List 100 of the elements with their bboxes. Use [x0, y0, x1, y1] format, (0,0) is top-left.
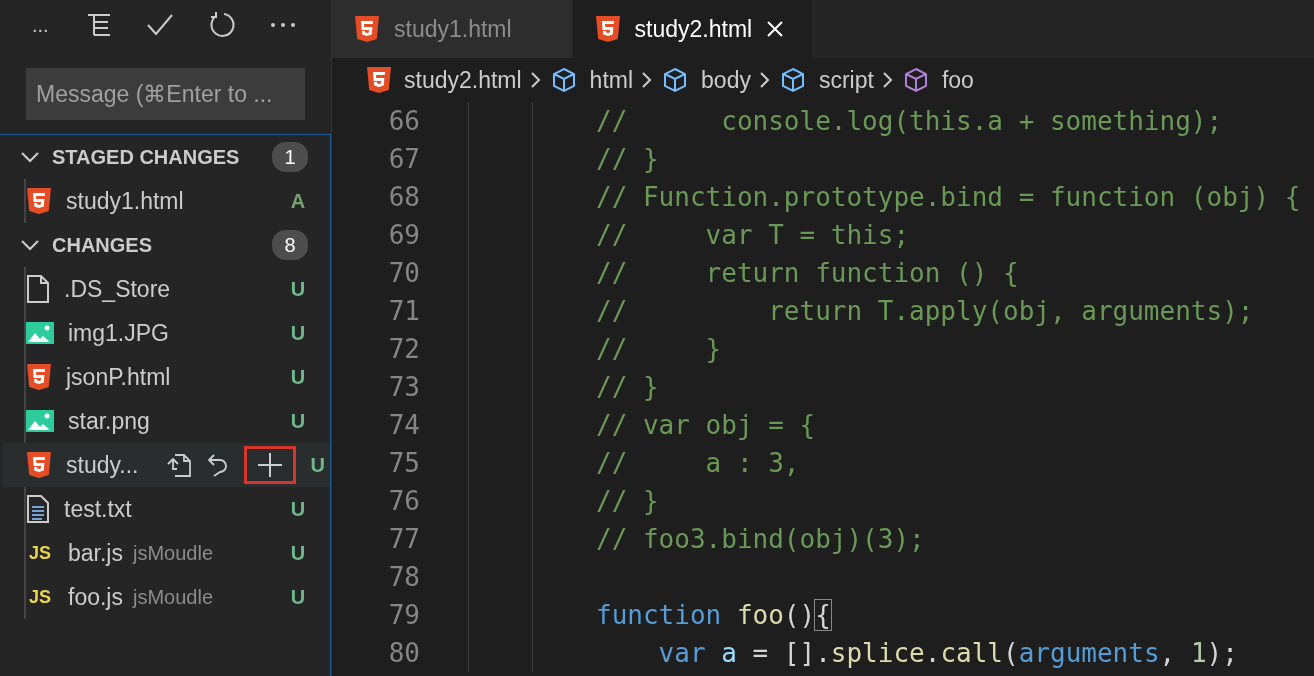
file-row[interactable]: jsonP.html U — [2, 355, 330, 399]
file-name: star.png — [68, 407, 150, 435]
file-name: study... — [66, 451, 139, 479]
file-status: U — [290, 321, 306, 345]
file-status: U — [310, 453, 325, 477]
section-title: STAGED CHANGES — [52, 145, 241, 169]
file-icon — [26, 275, 50, 303]
file-status: U — [290, 409, 306, 433]
file-status: U — [290, 277, 306, 301]
file-status: A — [290, 189, 306, 213]
close-icon[interactable] — [766, 20, 785, 38]
file-status: U — [290, 497, 306, 521]
chevron-right-icon — [758, 70, 771, 90]
line-number: 75 — [387, 448, 420, 478]
chevron-icon — [20, 150, 40, 164]
code-line: // } — [596, 333, 722, 366]
code-line: // } — [596, 371, 659, 404]
chevron-right-icon — [529, 70, 542, 90]
folder-name: jsMoudle — [133, 585, 214, 609]
code-line: // return T.apply(obj, arguments); — [596, 295, 1254, 328]
line-number: 74 — [387, 410, 420, 440]
section-header[interactable]: STAGED CHANGES 1 — [0, 135, 330, 179]
file-row[interactable]: .DS_Store U — [2, 267, 330, 311]
code-line: var a = [].splice.call(arguments, 1); — [657, 637, 1238, 670]
line-number: 70 — [387, 258, 420, 288]
code-line: function foo(){ — [596, 599, 831, 632]
count-badge: 8 — [272, 230, 308, 260]
code-line: // foo3.bind(obj)(3); — [596, 523, 925, 556]
file-name: jsonP.html — [66, 363, 171, 391]
line-number: 73 — [387, 372, 420, 402]
image-icon — [26, 322, 54, 344]
line-number: 78 — [387, 562, 420, 592]
more-icon[interactable] — [270, 22, 296, 28]
open-file-icon — [166, 452, 193, 478]
html5-icon — [594, 15, 621, 43]
line-number: 80 — [387, 638, 420, 668]
editor-tab[interactable]: study1.html — [332, 0, 573, 58]
breadcrumb[interactable]: study2.html — [366, 66, 522, 94]
refresh-icon[interactable] — [208, 11, 236, 39]
stage-button[interactable] — [244, 446, 297, 484]
js-file-icon: JS — [26, 542, 54, 564]
chevron-right-icon — [641, 70, 654, 90]
section-header[interactable]: CHANGES 8 — [0, 223, 330, 267]
line-number: 69 — [387, 220, 420, 250]
list-tree-icon[interactable] — [86, 13, 112, 37]
line-number: 77 — [387, 524, 420, 554]
line-number: 67 — [387, 144, 420, 174]
file-row[interactable]: JS bar.js jsMoudle U — [2, 531, 330, 575]
chevron-right-icon — [881, 70, 894, 90]
line-number: 79 — [387, 600, 420, 630]
file-status: U — [290, 541, 306, 565]
plus-icon — [257, 452, 284, 478]
html5-icon — [26, 363, 52, 391]
file-row[interactable]: JS foo.js jsMoudle U — [2, 575, 330, 619]
code-line: // } — [596, 485, 659, 518]
file-name: foo.js — [68, 583, 123, 611]
file-row[interactable]: star.png U — [2, 399, 330, 443]
code-line: // Function.prototype.bind = function (obj) { — [596, 181, 1301, 214]
file-name: img1.JPG — [68, 319, 169, 347]
overflow-text[interactable]: ... — [32, 13, 52, 37]
line-number: 76 — [387, 486, 420, 516]
text-file-icon — [26, 495, 50, 523]
line-number: 71 — [387, 296, 420, 326]
file-status: U — [290, 585, 306, 609]
file-status: U — [290, 365, 306, 389]
file-name: .DS_Store — [64, 275, 171, 303]
code-line: // return function () { — [596, 257, 1019, 290]
breadcrumb[interactable]: foo — [901, 66, 974, 94]
code-line: // var T = this; — [596, 219, 910, 252]
line-number: 72 — [387, 334, 420, 364]
code-line: // var obj = { — [596, 409, 816, 442]
section-title: CHANGES — [52, 233, 153, 257]
file-row[interactable]: test.txt U — [2, 487, 330, 531]
file-row[interactable]: study... U — [2, 443, 330, 487]
js-file-icon: JS — [26, 586, 54, 608]
file-row[interactable]: study1.html A — [2, 179, 330, 223]
checkmark-icon[interactable] — [146, 13, 174, 37]
image-icon — [26, 410, 54, 432]
editor-tab[interactable]: study2.html — [572, 0, 814, 58]
breadcrumb[interactable]: html — [549, 66, 634, 94]
folder-name: jsMoudle — [133, 541, 214, 565]
html5-icon — [26, 187, 52, 215]
code-line: // a : 3, — [596, 447, 800, 480]
code-line: // } — [596, 143, 659, 176]
commit-message-field[interactable]: Message (⌘Enter to ... — [26, 68, 305, 120]
count-badge: 1 — [272, 142, 308, 172]
file-name: study1.html — [66, 187, 184, 215]
html5-icon — [354, 15, 380, 43]
open-button[interactable] — [166, 452, 193, 478]
code-line: // console.log(this.a + something); — [596, 105, 1223, 138]
breadcrumb[interactable]: body — [661, 66, 751, 94]
line-number: 66 — [387, 106, 420, 136]
line-number: 68 — [387, 182, 420, 212]
file-name: bar.js — [68, 539, 123, 567]
breadcrumb[interactable]: script — [778, 66, 874, 94]
html5-icon — [366, 66, 392, 94]
chevron-icon — [20, 238, 40, 252]
file-name: test.txt — [64, 495, 132, 523]
file-row[interactable]: img1.JPG U — [2, 311, 330, 355]
html5-icon — [26, 451, 52, 479]
